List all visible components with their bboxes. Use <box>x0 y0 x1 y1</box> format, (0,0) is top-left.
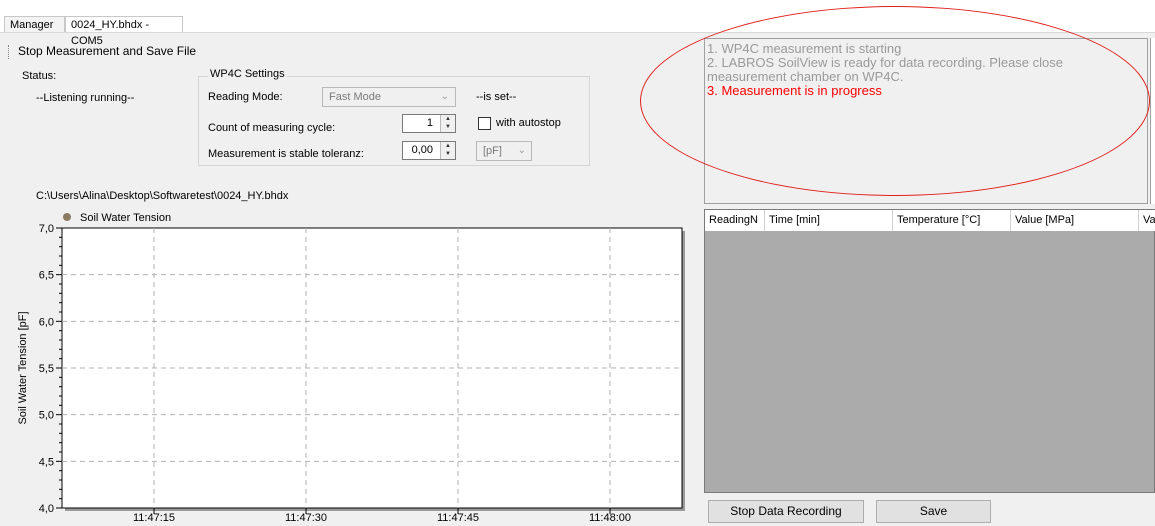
y-tick-label: 6,5 <box>39 270 54 282</box>
file-path: C:\Users\Alina\Desktop\Softwaretest\0024… <box>36 190 289 202</box>
y-tick-label: 5,5 <box>39 363 54 375</box>
reading-mode-value: Fast Mode <box>329 91 381 103</box>
unit-select[interactable]: [pF] ⌄ <box>476 141 532 161</box>
tolerance-stepper[interactable]: 0,00 ▲ ▼ <box>402 141 456 160</box>
tab-manager[interactable]: Manager <box>4 16 65 32</box>
chevron-down-icon: ⌄ <box>517 145 526 156</box>
y-tick-label: 4,0 <box>39 503 54 515</box>
stop-measurement-save-button[interactable]: Stop Measurement and Save File <box>18 44 196 58</box>
tolerance-label: Measurement is stable toleranz: <box>208 148 364 160</box>
grid-header: ReadingN Time [min] Temperature [°C] Val… <box>705 210 1155 231</box>
reading-mode-label: Reading Mode: <box>208 91 283 103</box>
y-tick-label: 4,5 <box>39 456 54 468</box>
col-value[interactable]: Value [MPa] <box>1011 210 1139 231</box>
reading-mode-select[interactable]: Fast Mode ⌄ <box>322 87 456 107</box>
tab-content-border <box>0 32 1155 33</box>
status-label: Status: <box>22 70 57 82</box>
count-cycle-stepper[interactable]: 1 ▲ ▼ <box>402 114 456 133</box>
save-button[interactable]: Save <box>876 500 991 523</box>
spin-arrows-icon[interactable]: ▲ ▼ <box>440 142 455 159</box>
message-line-active: 3. Measurement is in progress <box>707 83 882 98</box>
y-tick-label: 6,0 <box>39 316 54 328</box>
x-tick-label: 11:47:30 <box>285 512 327 523</box>
col-reading-number[interactable]: ReadingN <box>705 210 765 231</box>
chevron-down-icon: ⌄ <box>440 91 449 102</box>
col-time[interactable]: Time [min] <box>765 210 893 231</box>
spin-arrows-icon[interactable]: ▲ ▼ <box>440 115 455 132</box>
x-tick-label: 11:48:00 <box>589 512 631 523</box>
autostop-label: with autostop <box>496 117 561 129</box>
toolbar: Stop Measurement and Save File <box>8 36 196 66</box>
reading-mode-status: --is set-- <box>476 91 517 103</box>
count-cycle-label: Count of measuring cycle: <box>208 122 336 134</box>
data-grid[interactable] <box>704 209 1155 493</box>
message-line: 1. WP4C measurement is starting <box>707 41 902 56</box>
chart-area: 7,0 6,5 6,0 5,5 5,0 4,5 4,0 11:47:15 11:47:30 11:… <box>8 208 692 524</box>
col-va[interactable]: Va <box>1139 210 1155 231</box>
y-tick-label: 5,0 <box>39 410 54 422</box>
stop-data-recording-button[interactable]: Stop Data Recording <box>708 500 864 523</box>
tolerance-value: 0,00 <box>411 144 433 156</box>
legend-marker <box>63 213 71 221</box>
x-tick-label: 11:47:15 <box>133 512 175 523</box>
tab-file-com5[interactable]: 0024_HY.bhdx - COM5 <box>65 16 183 47</box>
y-axis-label: Soil Water Tension [pF] <box>17 311 29 424</box>
message-line: 2. LABROS SoilView is ready for data rec… <box>707 55 1063 84</box>
panel-edge <box>1150 38 1155 204</box>
autostop-checkbox[interactable] <box>478 117 491 130</box>
y-tick-label: 7,0 <box>39 223 54 235</box>
toolbar-grip-icon <box>8 44 12 59</box>
legend-label: Soil Water Tension <box>80 212 171 224</box>
status-message-box: 1. WP4C measurement is starting 2. LABRO… <box>704 38 1148 204</box>
unit-value: [pF] <box>483 145 502 157</box>
count-cycle-value: 1 <box>426 117 433 129</box>
status-value: --Listening running-- <box>36 92 135 104</box>
wp4c-settings-title: WP4C Settings <box>208 68 287 80</box>
col-temperature[interactable]: Temperature [°C] <box>893 210 1011 231</box>
soil-water-tension-chart: 7,0 6,5 6,0 5,5 5,0 4,5 4,0 11:47:15 11:47:30 11:… <box>17 212 685 524</box>
x-tick-label: 11:47:45 <box>437 512 479 523</box>
